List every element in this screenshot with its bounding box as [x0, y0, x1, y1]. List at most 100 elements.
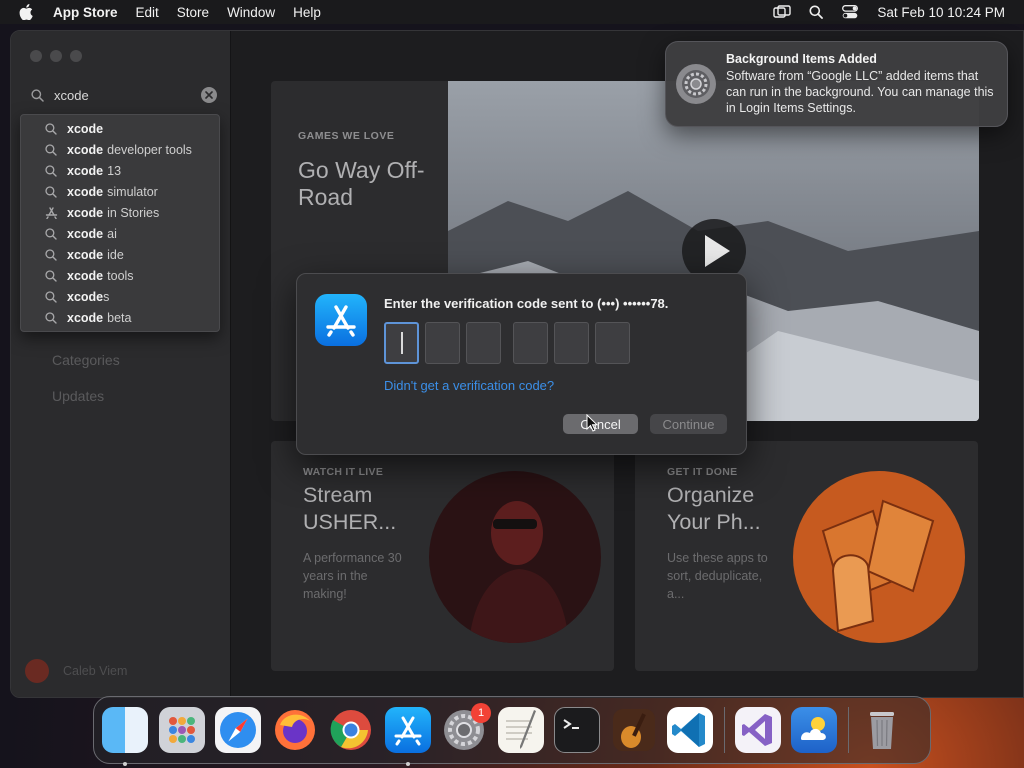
screen-mirroring-icon[interactable] — [765, 5, 799, 19]
search-icon — [31, 88, 44, 102]
app-store-icon — [315, 294, 367, 346]
menu-clock[interactable]: Sat Feb 10 10:24 PM — [867, 5, 1024, 20]
card-title: Stream USHER... — [303, 483, 397, 534]
suggestion-match-text: xcode — [67, 226, 104, 241]
menu-edit[interactable]: Edit — [127, 5, 168, 20]
sidebar: xcode xcode xcode developer tools xcode 13 xc… — [11, 31, 231, 697]
zoom-window-button[interactable] — [70, 50, 82, 62]
dock: 1 — [93, 696, 931, 766]
safari-icon[interactable] — [215, 707, 261, 753]
apple-menu-icon[interactable] — [0, 4, 52, 20]
suggestion-match-text: xcode — [67, 289, 104, 304]
account-button[interactable]: Caleb Viem — [25, 659, 127, 683]
running-indicator — [405, 762, 410, 766]
sidebar-item-updates[interactable]: Updates — [52, 388, 104, 404]
code-digit-4[interactable] — [513, 322, 548, 364]
textedit-icon[interactable] — [497, 707, 544, 753]
code-digit-3[interactable] — [466, 322, 501, 364]
suggestion-match-text: xcode — [67, 205, 104, 220]
search-icon — [45, 143, 59, 156]
search-suggestion-item[interactable]: xcode — [21, 118, 219, 139]
notification-body: Software from “Google LLC” added items t… — [726, 69, 994, 115]
dock-separator — [847, 707, 849, 753]
clear-search-icon[interactable] — [201, 87, 217, 103]
search-suggestion-item[interactable]: xcode beta — [21, 307, 219, 328]
suggestion-rest-text: s — [103, 289, 110, 304]
menu-window[interactable]: Window — [218, 5, 284, 20]
weather-icon[interactable] — [791, 707, 837, 753]
search-suggestion-item[interactable]: xcode 13 — [21, 160, 219, 181]
vscode-icon[interactable] — [667, 707, 713, 753]
account-name: Caleb Viem — [63, 664, 128, 678]
suggestion-match-text: xcode — [67, 310, 104, 325]
sidebar-item-categories[interactable]: Categories — [52, 352, 120, 368]
search-suggestion-item[interactable]: xcode developer tools — [21, 139, 219, 160]
search-suggestion-item[interactable]: xcode ide — [21, 244, 219, 265]
search-icon — [45, 269, 59, 282]
code-digit-5[interactable] — [554, 322, 589, 364]
suggestion-rest-text: in Stories — [107, 205, 160, 220]
spotlight-search-icon[interactable] — [799, 5, 833, 19]
running-indicator — [123, 762, 127, 766]
search-suggestions: xcode xcode developer tools xcode 13 xcode sim… — [20, 114, 220, 332]
card-eyebrow: GET IT DONE — [667, 466, 738, 478]
card-artwork — [793, 471, 965, 643]
search-input[interactable]: xcode — [23, 83, 219, 107]
code-digit-6[interactable] — [595, 322, 630, 364]
system-settings-icon — [676, 64, 716, 104]
suggestion-rest-text: ide — [107, 247, 124, 262]
verification-dialog: Enter the verification code sent to (•••… — [296, 273, 747, 455]
suggestion-match-text: xcode — [67, 247, 104, 262]
search-suggestion-item[interactable]: xcode simulator — [21, 181, 219, 202]
suggestion-match-text: xcode — [67, 268, 104, 283]
notification-banner[interactable]: Background Items Added Software from “Go… — [665, 41, 1008, 127]
search-icon — [45, 248, 59, 261]
search-suggestion-item[interactable]: xcode in Stories — [21, 202, 219, 223]
cancel-button[interactable]: Cancel — [563, 414, 638, 434]
search-icon — [45, 164, 59, 177]
menu-help[interactable]: Help — [284, 5, 330, 20]
suggestion-match-text: xcode — [67, 184, 104, 199]
resend-code-link[interactable]: Didn't get a verification code? — [384, 378, 554, 393]
card-artwork — [429, 471, 601, 643]
search-value: xcode — [54, 87, 89, 103]
card-description: Use these apps to sort, deduplicate, a..… — [667, 551, 768, 601]
launchpad-icon[interactable] — [158, 707, 205, 753]
featured-eyebrow: GAMES WE LOVE — [298, 130, 395, 142]
card-title: Organize Your Ph... — [667, 483, 761, 534]
code-digit-2[interactable] — [425, 322, 460, 364]
search-icon — [45, 290, 59, 303]
menu-bar: App Store Edit Store Window Help Sat Feb… — [0, 0, 1024, 24]
search-suggestion-item[interactable]: xcode s — [21, 286, 219, 307]
close-window-button[interactable] — [30, 50, 42, 62]
featured-title: Go Way Off-Road — [298, 157, 425, 210]
search-suggestion-item[interactable]: xcode tools — [21, 265, 219, 286]
garageband-icon[interactable] — [611, 707, 657, 753]
suggestion-match-text: xcode — [67, 121, 104, 136]
menu-store[interactable]: Store — [168, 5, 218, 20]
terminal-icon[interactable] — [554, 707, 600, 753]
suggestion-rest-text: beta — [107, 310, 132, 325]
mouse-pointer-icon — [586, 414, 598, 432]
control-center-icon[interactable] — [833, 5, 867, 19]
firefox-icon[interactable] — [272, 707, 318, 753]
trash-icon[interactable] — [859, 707, 905, 753]
search-suggestion-item[interactable]: xcode ai — [21, 223, 219, 244]
suggestion-rest-text: simulator — [107, 184, 158, 199]
search-icon — [45, 311, 59, 324]
system-settings-icon[interactable]: 1 — [441, 703, 491, 753]
app-store-icon[interactable] — [384, 707, 431, 766]
minimize-window-button[interactable] — [50, 50, 62, 62]
story-card-organize[interactable]: GET IT DONE Organize Your Ph... Use thes… — [635, 441, 978, 671]
finder-icon[interactable] — [102, 707, 148, 766]
code-digit-1[interactable] — [384, 322, 419, 364]
menu-app-name[interactable]: App Store — [52, 5, 127, 20]
app-store-icon — [45, 206, 59, 219]
suggestion-rest-text: tools — [107, 268, 134, 283]
chrome-icon[interactable] — [328, 707, 374, 753]
card-eyebrow: WATCH IT LIVE — [303, 466, 384, 478]
continue-button[interactable]: Continue — [650, 414, 727, 434]
story-card-usher[interactable]: WATCH IT LIVE Stream USHER... A performa… — [271, 441, 614, 671]
suggestion-rest-text: 13 — [107, 163, 122, 178]
visual-studio-icon[interactable] — [734, 707, 781, 753]
